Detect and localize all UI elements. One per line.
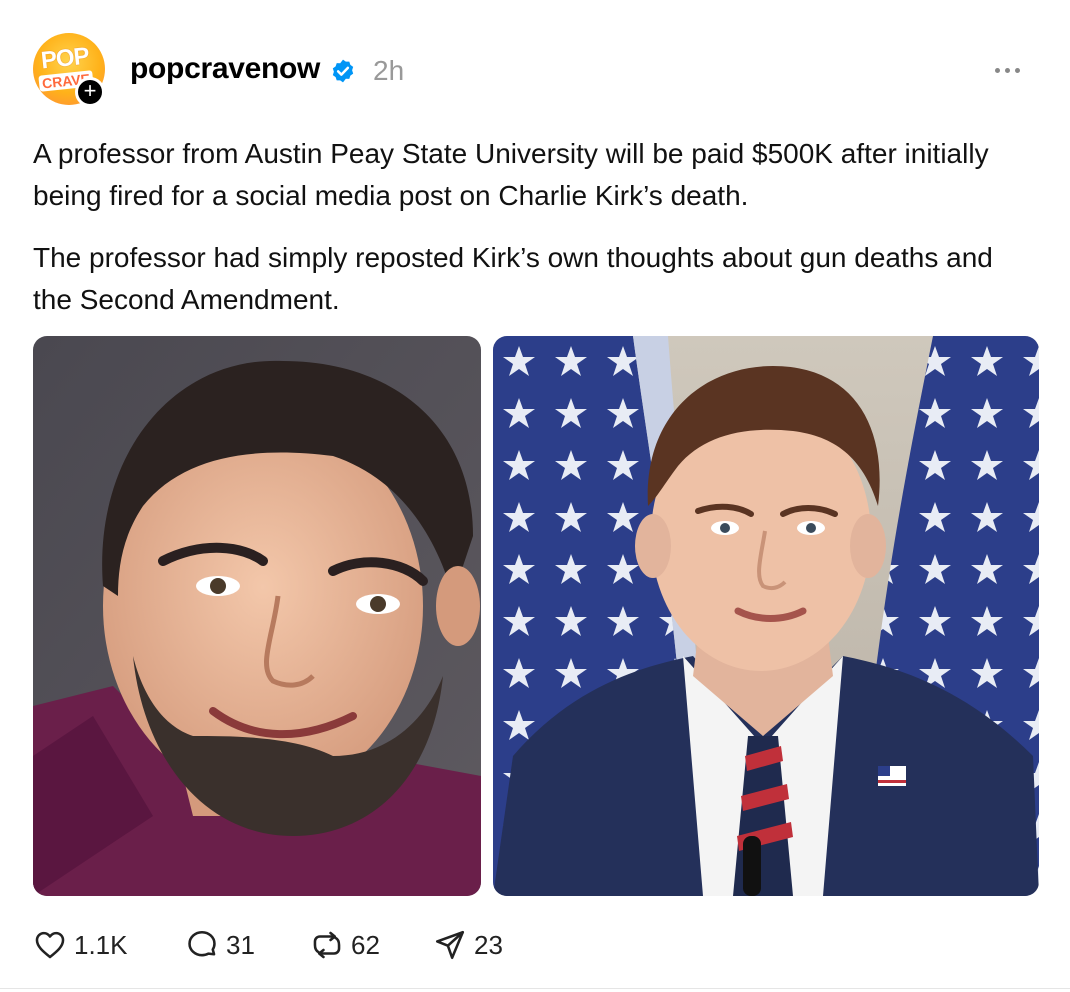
like-button[interactable]: 1.1K [33,920,128,970]
post-image-1[interactable] [33,336,481,896]
more-horizontal-icon[interactable] [993,58,1023,82]
comment-button[interactable]: 31 [185,920,255,970]
repost-icon [313,931,341,959]
threads-post: POP CRAVE + popcravenow 2h A professor f… [0,0,1070,992]
post-time: 2h [373,55,405,86]
post-image-2[interactable] [493,336,1039,896]
username[interactable]: popcravenow [130,52,320,86]
repost-count: 62 [351,929,380,960]
avatar[interactable]: POP CRAVE + [33,33,105,107]
post-text-paragraph-2: The professor had simply reposted Kirk’s… [33,242,993,315]
like-count: 1.1K [74,929,128,960]
heart-icon [35,931,65,959]
comment-count: 31 [226,929,255,960]
share-count: 23 [474,929,503,960]
professor-photo [33,336,481,896]
divider [0,988,1070,989]
share-icon [435,930,465,960]
repost-button[interactable]: 62 [310,920,380,970]
verified-badge-icon [332,59,354,83]
share-button[interactable]: 23 [433,920,503,970]
podium-photo [493,336,1039,896]
plus-icon[interactable]: + [75,77,105,107]
comment-icon [188,930,216,957]
post-text-paragraph-1: A professor from Austin Peay State Unive… [33,138,989,211]
